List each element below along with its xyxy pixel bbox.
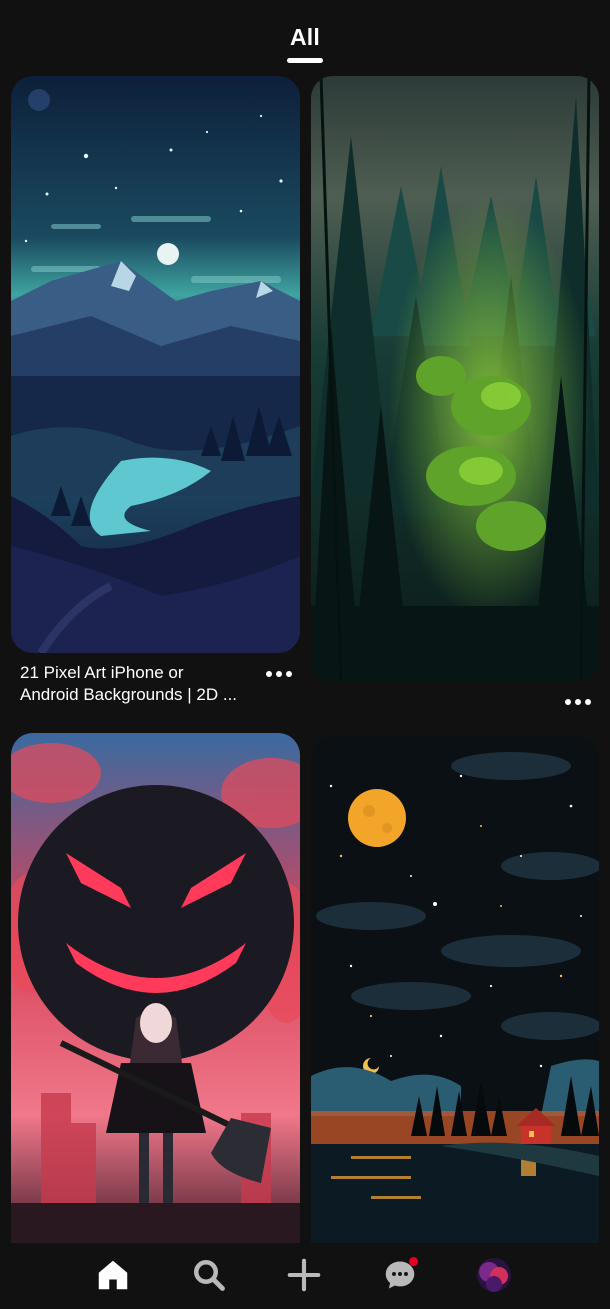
plus-icon xyxy=(287,1258,321,1292)
nav-profile-button[interactable] xyxy=(472,1253,516,1297)
top-tab-bar: All xyxy=(0,0,610,72)
nav-messages-button[interactable] xyxy=(378,1253,422,1297)
home-icon xyxy=(98,1260,128,1290)
more-dot-icon xyxy=(266,671,272,677)
tab-all[interactable]: All xyxy=(270,24,340,68)
pixel-art-mountain-artwork xyxy=(11,76,300,653)
tab-all-label: All xyxy=(290,24,320,50)
profile-avatar-image xyxy=(477,1258,511,1292)
pin-title-line-1: 21 Pixel Art iPhone or xyxy=(20,663,184,682)
search-icon xyxy=(194,1260,225,1291)
anime-girl-artwork xyxy=(11,733,300,1243)
nav-search-button[interactable] xyxy=(187,1253,231,1297)
avatar xyxy=(477,1258,511,1292)
notification-dot xyxy=(409,1257,418,1266)
pin-image-pixel-art-mountains[interactable] xyxy=(11,76,300,653)
more-options-button[interactable] xyxy=(561,692,595,712)
nav-home-button[interactable] xyxy=(91,1253,135,1297)
starry-night-artwork xyxy=(311,736,599,1243)
pin-title-line-2: Android Backgrounds | 2D ... xyxy=(20,685,238,704)
more-options-button[interactable] xyxy=(262,664,296,684)
tab-active-underline xyxy=(287,58,323,63)
app-screen: All 21 Pixel Art iPhone or Android Backg… xyxy=(0,0,610,1309)
nav-create-button[interactable] xyxy=(282,1253,326,1297)
more-dot-icon xyxy=(565,699,571,705)
pin-image-dark-forest[interactable] xyxy=(311,76,599,682)
pin-image-anime-girl[interactable] xyxy=(11,733,300,1243)
bottom-navigation-bar xyxy=(0,1243,610,1309)
pin-image-starry-night-cabin[interactable] xyxy=(311,736,599,1243)
dark-forest-artwork xyxy=(311,76,599,682)
pin-title[interactable]: 21 Pixel Art iPhone or Android Backgroun… xyxy=(20,662,260,706)
